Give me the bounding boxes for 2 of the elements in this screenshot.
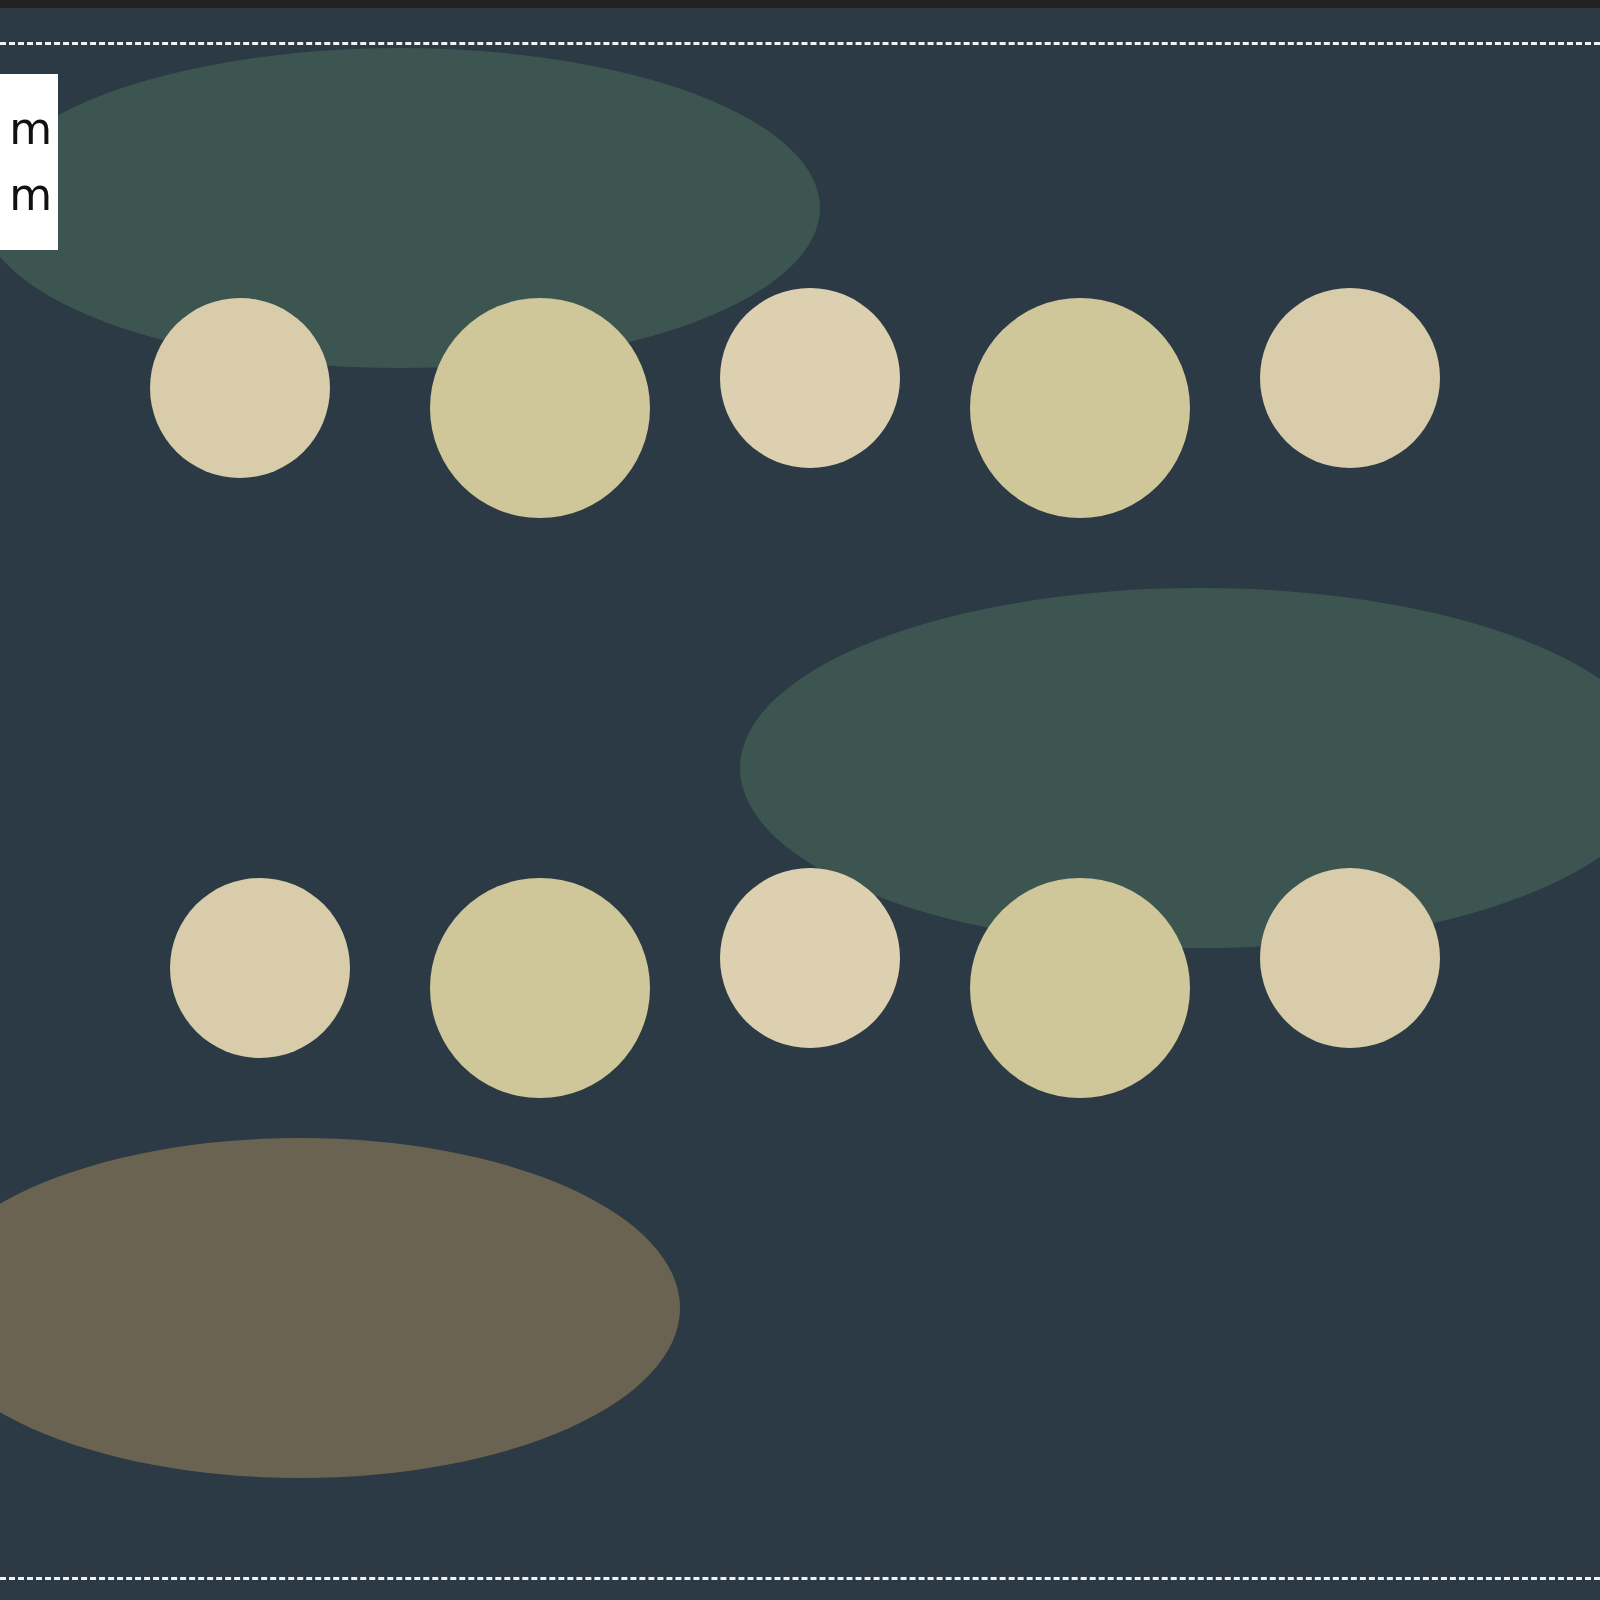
- size-text: m: [9, 107, 52, 151]
- size-text: m: [9, 173, 52, 217]
